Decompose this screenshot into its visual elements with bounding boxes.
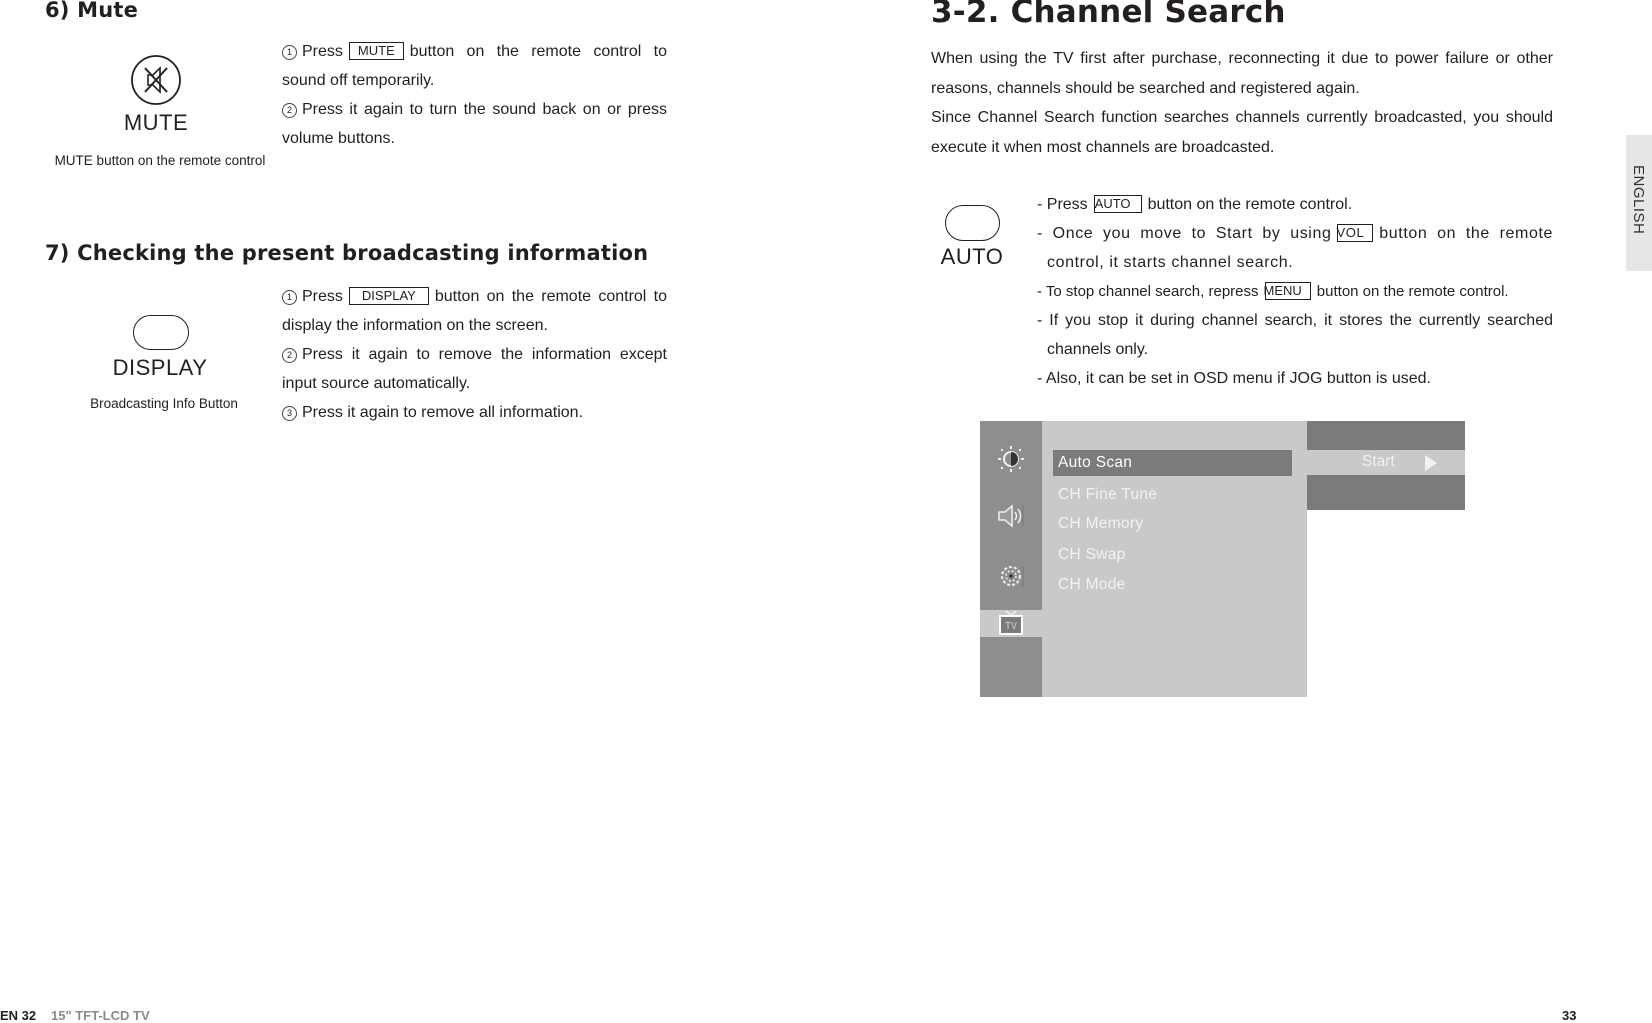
instruction-item: - Once you move to Start by using VOL butt… <box>1037 219 1553 277</box>
display-button-icon <box>133 315 189 350</box>
mute-section-heading: 6) Mute <box>45 0 139 22</box>
intro-paragraph-1: When using the TV first after purchase, … <box>931 50 1553 97</box>
display-caption: Broadcasting Info Button <box>90 396 238 411</box>
osd-item-ch-swap[interactable]: CH Swap <box>1058 546 1126 564</box>
osd-item-ch-mode[interactable]: CH Mode <box>1058 576 1126 594</box>
display-key: DISPLAY <box>348 287 429 305</box>
language-tab: ENGLISH <box>1626 135 1652 271</box>
instruction-text: - To stop channel search, repress <box>1037 283 1259 300</box>
mute-key: MUTE <box>348 42 404 60</box>
step-text: Press it again to turn the sound back on… <box>282 101 667 147</box>
intro-paragraph-2: Since Channel Search function searches c… <box>931 109 1553 156</box>
mute-button-label: MUTE <box>123 110 189 135</box>
tv-icon[interactable]: TV <box>996 610 1026 637</box>
auto-button-label: AUTO <box>940 244 1004 269</box>
instruction-item: - If you stop it during channel search, … <box>1037 312 1553 358</box>
osd-menu-panel: Auto Scan CH Fine Tune CH Memory CH Swap… <box>1042 421 1307 697</box>
display-button-label: DISPLAY <box>112 355 208 380</box>
osd-item-auto-scan[interactable]: Auto Scan <box>1053 450 1292 476</box>
right-page-number: 33 <box>1562 1008 1577 1023</box>
auto-button-icon <box>945 205 1000 241</box>
mute-icon <box>131 55 181 105</box>
osd-item-ch-fine-tune[interactable]: CH Fine Tune <box>1058 486 1157 504</box>
osd-item-ch-memory[interactable]: CH Memory <box>1058 515 1143 533</box>
osd-submenu: Start <box>1307 421 1465 510</box>
instruction-item: - Also, it can be set in OSD menu if JOG… <box>1037 370 1431 387</box>
instruction-item: - Press AUTO button on the remote control. <box>1037 190 1553 219</box>
arrow-right-icon <box>1425 455 1437 471</box>
language-tab-label: ENGLISH <box>1630 165 1647 235</box>
step-text: Press <box>302 43 343 60</box>
mute-caption: MUTE button on the remote control <box>54 153 266 168</box>
instruction-item: - To stop channel search, repress MENU but… <box>1037 277 1553 306</box>
vol-key: VOL <box>1336 224 1374 242</box>
step-number: 1 <box>282 45 297 60</box>
setup-icon[interactable] <box>996 561 1026 591</box>
display-section-heading: 7) Checking the present broadcasting inf… <box>45 241 649 265</box>
step-number: 3 <box>282 406 297 421</box>
step-number: 2 <box>282 103 297 118</box>
step-text: Press it again to remove the information… <box>282 346 667 392</box>
display-step-2: 2 Press it again to remove the informatio… <box>282 340 667 398</box>
instruction-text: - Once you move to Start by using <box>1037 225 1332 242</box>
auto-key: AUTO <box>1093 195 1142 213</box>
display-step-1: 1 Press DISPLAY button on the remote contro… <box>282 282 667 340</box>
step-number: 2 <box>282 348 297 363</box>
step-text: Press it again to remove all information… <box>302 404 584 421</box>
left-page-number: EN 32 <box>0 1008 37 1023</box>
osd-submenu-value: Start <box>1362 453 1395 470</box>
osd-submenu-start-row[interactable]: Start <box>1307 450 1465 475</box>
svg-text:TV: TV <box>1005 621 1017 632</box>
page-title: 3-2. Channel Search <box>931 0 1286 30</box>
mute-step-1: 1 Press MUTE button on the remote control t… <box>282 37 667 95</box>
instruction-text: button on the remote control. <box>1316 283 1509 300</box>
osd-icon-column: TV <box>980 421 1042 697</box>
picture-icon[interactable] <box>996 444 1026 474</box>
instruction-text: - Press <box>1037 196 1088 213</box>
product-name: 15" TFT-LCD TV <box>51 1008 150 1023</box>
instruction-text: button on the remote control. <box>1147 196 1353 213</box>
step-text: Press <box>302 288 343 305</box>
sound-icon[interactable] <box>996 501 1026 531</box>
display-step-3: 3 Press it again to remove all informatio… <box>282 398 667 427</box>
menu-key: MENU <box>1264 282 1311 300</box>
mute-step-2: 2 Press it again to turn the sound back o… <box>282 95 667 153</box>
instruction-list: - Press AUTO button on the remote control.… <box>1037 190 1553 393</box>
step-number: 1 <box>282 290 297 305</box>
